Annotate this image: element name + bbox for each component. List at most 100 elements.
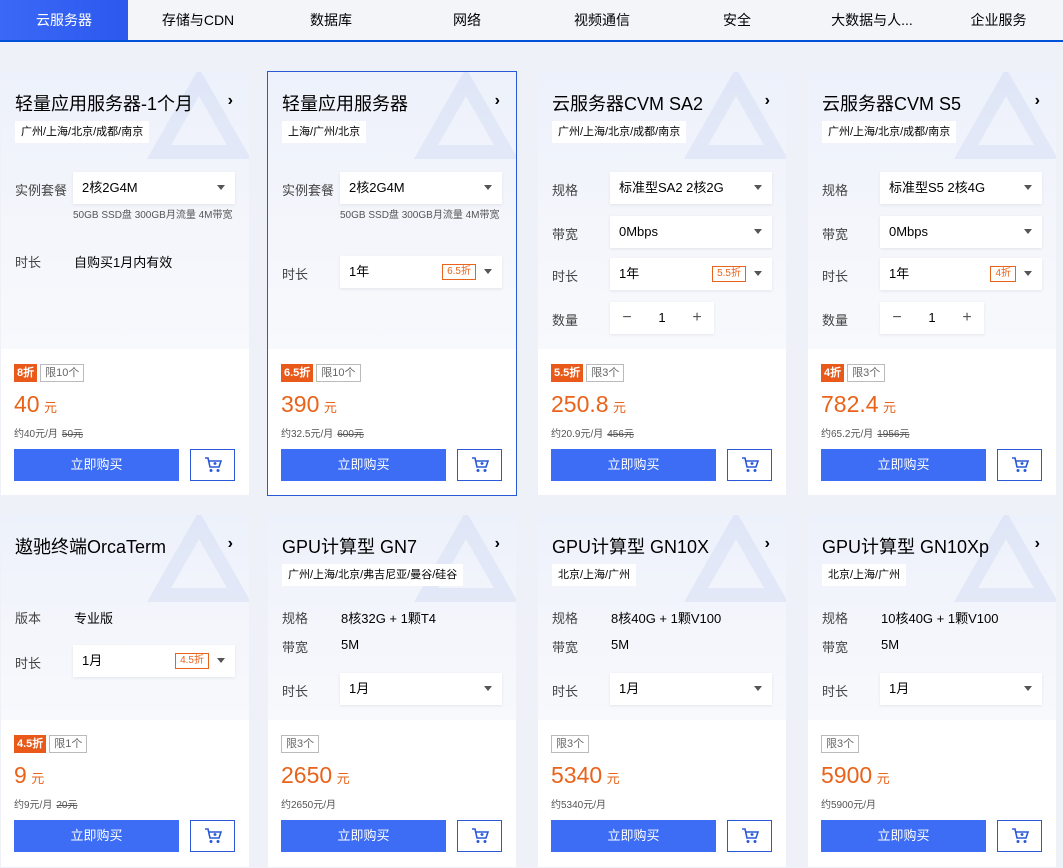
caret-down-icon [1024, 229, 1032, 234]
add-to-cart-button[interactable] [727, 449, 772, 481]
product-card[interactable]: 云服务器CVM S5 › 广州/上海/北京/成都/南京 规格 标准型S5 2核4G 带宽 0… [807, 71, 1057, 496]
product-card[interactable]: 轻量应用服务器-1个月 › 广州/上海/北京/成都/南京 实例套餐 2核2G4M 50GB… [0, 71, 250, 496]
price-value: 5340 [551, 762, 603, 788]
product-card[interactable]: GPU计算型 GN10Xp › 北京/上海/广州 规格 10核40G + 1颗V100 带… [807, 514, 1057, 868]
add-to-cart-button[interactable] [190, 820, 235, 852]
spec-label: 时长 [552, 269, 579, 284]
cart-icon [472, 457, 489, 472]
original-price: 456元 [607, 429, 634, 440]
chevron-right-icon[interactable]: › [765, 92, 770, 110]
chevron-right-icon[interactable]: › [228, 92, 233, 110]
tab-video[interactable]: 视频通信 [540, 0, 664, 40]
product-card[interactable]: 遨驰终端OrcaTerm › 版本 专业版 时长 1月 4.5折 4.5折 限1个 9 元约9元/… [0, 514, 250, 868]
spec-select[interactable]: 1年 4折 [880, 258, 1042, 290]
tab-bigdata-ai[interactable]: 大数据与人... [810, 0, 934, 40]
discount-badge: 8折 [14, 364, 38, 382]
add-to-cart-button[interactable] [190, 449, 235, 481]
card-title[interactable]: 云服务器CVM SA2 [552, 90, 703, 116]
cloud-decoration-icon [683, 72, 786, 159]
buy-now-button[interactable]: 立即购买 [821, 820, 986, 852]
badge-group: 限3个 [821, 735, 860, 753]
product-card[interactable]: GPU计算型 GN10X › 北京/上海/广州 规格 8核40G + 1颗V100 带宽 5… [537, 514, 787, 868]
card-title[interactable]: 轻量应用服务器 [282, 90, 408, 116]
add-to-cart-button[interactable] [457, 820, 502, 852]
spec-value: 8核40G + 1颗V100 [611, 611, 722, 626]
buy-now-button[interactable]: 立即购买 [551, 820, 716, 852]
caret-down-icon [1024, 686, 1032, 691]
buy-now-button[interactable]: 立即购买 [551, 449, 716, 481]
badge-group: 限3个 [551, 735, 590, 753]
caret-down-icon [754, 185, 762, 190]
spec-value: 8核32G + 1颗T4 [341, 611, 437, 626]
tab-network[interactable]: 网络 [394, 0, 540, 40]
card-title[interactable]: GPU计算型 GN10Xp [822, 533, 989, 559]
original-price: 1956元 [877, 429, 910, 440]
cloud-decoration-icon [146, 72, 249, 159]
spec-select[interactable]: 1月 4.5折 [73, 645, 235, 677]
caret-down-icon [1024, 185, 1032, 190]
spec-select[interactable]: 0Mbps [610, 216, 772, 248]
product-card[interactable]: 云服务器CVM SA2 › 广州/上海/北京/成都/南京 规格 标准型SA2 2核2G 带… [537, 71, 787, 496]
buy-now-button[interactable]: 立即购买 [281, 820, 446, 852]
discount-tag: 6.5折 [442, 264, 476, 280]
plus-button[interactable]: + [680, 302, 714, 334]
spec-label: 时长 [15, 656, 42, 671]
add-to-cart-button[interactable] [457, 449, 502, 481]
spec-label: 数量 [822, 313, 849, 328]
add-to-cart-button[interactable] [727, 820, 772, 852]
quantity-value[interactable]: 1 [644, 302, 680, 334]
cart-icon [742, 457, 759, 472]
caret-down-icon [484, 185, 492, 190]
limit-badge: 限3个 [821, 735, 860, 753]
price-unit: 元 [44, 400, 58, 415]
chevron-right-icon[interactable]: › [228, 535, 233, 553]
add-to-cart-button[interactable] [997, 449, 1042, 481]
spec-select[interactable]: 0Mbps [880, 216, 1042, 248]
spec-value: 5M [881, 637, 900, 652]
spec-select[interactable]: 标准型S5 2核4G [880, 172, 1042, 204]
select-value: 1年 [349, 264, 370, 279]
chevron-right-icon[interactable]: › [765, 535, 770, 553]
chevron-right-icon[interactable]: › [1035, 535, 1040, 553]
spec-select[interactable]: 标准型SA2 2核2G [610, 172, 772, 204]
price-unit: 元 [606, 771, 620, 786]
spec-select[interactable]: 1月 [340, 673, 502, 705]
chevron-right-icon[interactable]: › [1035, 92, 1040, 110]
card-title[interactable]: 遨驰终端OrcaTerm [15, 533, 166, 559]
spec-select[interactable]: 2核2G4M [340, 172, 502, 204]
plus-button[interactable]: + [950, 302, 984, 334]
card-title[interactable]: 云服务器CVM S5 [822, 90, 961, 116]
discount-badge: 5.5折 [551, 364, 584, 382]
spec-select[interactable]: 1月 [880, 673, 1042, 705]
card-title[interactable]: GPU计算型 GN7 [282, 533, 417, 559]
chevron-right-icon[interactable]: › [495, 92, 500, 110]
spec-select[interactable]: 1月 [610, 673, 772, 705]
buy-now-button[interactable]: 立即购买 [821, 449, 986, 481]
spec-select[interactable]: 1年 5.5折 [610, 258, 772, 290]
minus-button[interactable]: − [880, 302, 914, 334]
product-card[interactable]: 轻量应用服务器 › 上海/广州/北京 实例套餐 2核2G4M 50GB SSD盘 300G… [267, 71, 517, 496]
cloud-decoration-icon [953, 72, 1056, 159]
buy-now-button[interactable]: 立即购买 [281, 449, 446, 481]
spec-select[interactable]: 1年 6.5折 [340, 256, 502, 288]
product-card[interactable]: GPU计算型 GN7 › 广州/上海/北京/弗吉尼亚/曼谷/硅谷 规格 8核32G + … [267, 514, 517, 868]
minus-button[interactable]: − [610, 302, 644, 334]
tab-enterprise[interactable]: 企业服务 [934, 0, 1063, 40]
add-to-cart-button[interactable] [997, 820, 1042, 852]
quantity-value[interactable]: 1 [914, 302, 950, 334]
tab-database[interactable]: 数据库 [268, 0, 394, 40]
limit-badge: 限3个 [586, 364, 625, 382]
card-title[interactable]: GPU计算型 GN10X [552, 533, 709, 559]
cart-icon [1012, 457, 1029, 472]
tab-cloud-server[interactable]: 云服务器 [0, 0, 128, 40]
category-tabs: 云服务器 存储与CDN 数据库 网络 视频通信 安全 大数据与人... 企业服务 [0, 0, 1063, 42]
select-value: 1年 [889, 266, 910, 281]
tab-storage-cdn[interactable]: 存储与CDN [128, 0, 268, 40]
tab-security[interactable]: 安全 [664, 0, 810, 40]
spec-select[interactable]: 2核2G4M [73, 172, 235, 204]
card-title[interactable]: 轻量应用服务器-1个月 [15, 90, 193, 116]
chevron-right-icon[interactable]: › [495, 535, 500, 553]
select-value: 0Mbps [889, 224, 929, 239]
buy-now-button[interactable]: 立即购买 [14, 449, 179, 481]
buy-now-button[interactable]: 立即购买 [14, 820, 179, 852]
